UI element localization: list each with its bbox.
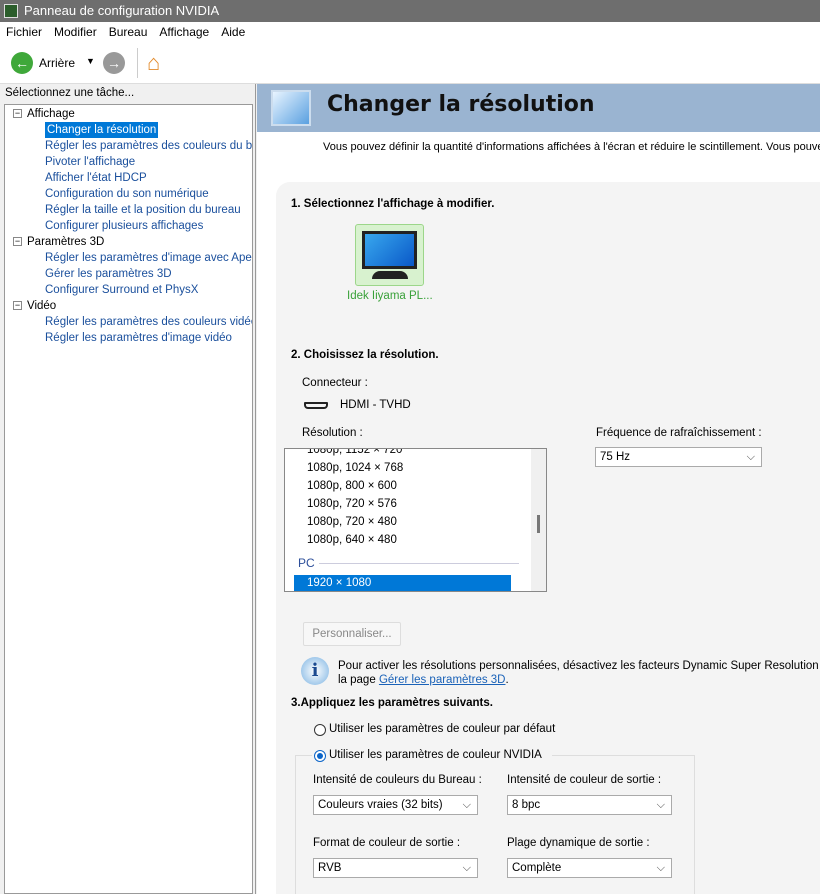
- hdmi-icon: [304, 402, 328, 409]
- customize-button[interactable]: Personnaliser...: [303, 622, 401, 646]
- connector-value: HDMI - TVHD: [340, 399, 411, 411]
- tree-category-3d[interactable]: − Paramètres 3D: [13, 234, 104, 250]
- radio-default-color[interactable]: [314, 724, 326, 736]
- menu-fichier[interactable]: Fichier: [0, 22, 48, 42]
- tree-item[interactable]: Régler les paramètres d'image avec Aperç…: [45, 250, 252, 266]
- page-description: Vous pouvez définir la quantité d'inform…: [323, 141, 820, 153]
- resolution-item[interactable]: 1080p, 640 × 480: [307, 534, 397, 546]
- group-divider: [319, 563, 519, 564]
- list-scrollbar[interactable]: [531, 449, 546, 591]
- back-label: Arrière: [39, 56, 76, 70]
- tree-item[interactable]: Régler les paramètres des couleurs vidéo: [45, 314, 252, 330]
- connector-label: Connecteur :: [302, 377, 368, 389]
- info-text: Pour activer les résolutions personnalis…: [338, 660, 820, 672]
- menu-affichage[interactable]: Affichage: [153, 22, 215, 42]
- resolution-item[interactable]: 1080p, 720 × 480: [307, 516, 397, 528]
- resolution-item-selected[interactable]: 1920 × 1080: [294, 575, 511, 591]
- tree-item[interactable]: Configurer plusieurs affichages: [45, 218, 203, 234]
- dynamic-range-label: Plage dynamique de sortie :: [507, 837, 650, 849]
- info-text-end: .: [505, 674, 509, 686]
- step3-heading: 3.Appliquez les paramètres suivants.: [291, 697, 493, 709]
- tree-item[interactable]: Régler les paramètres d'image vidéo: [45, 330, 232, 346]
- radio-nvidia-label: Utiliser les paramètres de couleur NVIDI…: [329, 749, 542, 761]
- output-format-dropdown[interactable]: RVB: [313, 858, 478, 878]
- tree-item-changer-resolution[interactable]: Changer la résolution: [45, 122, 159, 138]
- resolution-item[interactable]: 1080p, 800 × 600: [307, 480, 397, 492]
- back-button[interactable]: ← Arrière: [11, 52, 75, 74]
- tree-item[interactable]: Configurer Surround et PhysX: [45, 282, 198, 298]
- step2-heading: 2. Choisissez la résolution.: [291, 349, 439, 361]
- resolution-label: Résolution :: [302, 427, 363, 439]
- menu-modifier[interactable]: Modifier: [48, 22, 103, 42]
- tree-category-affichage[interactable]: − Affichage: [13, 106, 75, 122]
- task-tree: − Affichage Changer la résolution Régler …: [4, 104, 253, 894]
- monitor-icon: [362, 231, 417, 269]
- pc-group-header: PC: [298, 556, 315, 570]
- scrollbar-thumb[interactable]: [537, 515, 540, 533]
- toolbar-divider: [137, 48, 138, 78]
- info-text-prefix: la page: [338, 674, 379, 686]
- home-icon[interactable]: ⌂: [147, 50, 160, 76]
- display-name: Idek Iiyama PL...: [347, 290, 433, 302]
- display-settings-icon: [271, 90, 311, 126]
- tree-item[interactable]: Afficher l'état HDCP: [45, 170, 147, 186]
- manage-3d-settings-link[interactable]: Gérer les paramètres 3D: [379, 674, 506, 686]
- tree-item[interactable]: Régler la taille et la position du burea…: [45, 202, 241, 218]
- window-title: Panneau de configuration NVIDIA: [24, 3, 220, 18]
- radio-default-label: Utiliser les paramètres de couleur par d…: [329, 723, 556, 735]
- tree-item[interactable]: Configuration du son numérique: [45, 186, 209, 202]
- output-format-label: Format de couleur de sortie :: [313, 837, 461, 849]
- output-depth-label: Intensité de couleur de sortie :: [507, 774, 662, 786]
- output-depth-dropdown[interactable]: 8 bpc: [507, 795, 672, 815]
- resolution-item[interactable]: 1080p, 1152 × 720: [307, 449, 402, 456]
- task-prompt: Sélectionnez une tâche...: [5, 87, 135, 99]
- tree-category-video[interactable]: − Vidéo: [13, 298, 56, 314]
- nvidia-app-icon: [4, 4, 18, 18]
- refresh-label: Fréquence de rafraîchissement :: [596, 427, 762, 439]
- content-pane: Changer la résolution Vous pouvez défini…: [257, 84, 820, 894]
- menu-aide[interactable]: Aide: [215, 22, 251, 42]
- tree-item[interactable]: Gérer les paramètres 3D: [45, 266, 172, 282]
- info-icon: i: [301, 657, 329, 685]
- desktop-depth-label: Intensité de couleurs du Bureau :: [313, 774, 482, 786]
- forward-arrow-icon[interactable]: →: [103, 52, 125, 74]
- radio-nvidia-color[interactable]: [314, 750, 326, 762]
- page-header: Changer la résolution: [257, 84, 820, 132]
- dynamic-range-dropdown[interactable]: Complète: [507, 858, 672, 878]
- resolution-list[interactable]: 1080p, 1152 × 720 1080p, 1024 × 768 1080…: [284, 448, 547, 592]
- history-dropdown-icon[interactable]: ▼: [86, 56, 95, 66]
- display-tile[interactable]: [355, 224, 424, 286]
- resolution-item[interactable]: 1080p, 1024 × 768: [307, 462, 403, 474]
- tree-item[interactable]: Régler les paramètres des couleurs du bu…: [45, 138, 252, 154]
- menu-bureau[interactable]: Bureau: [103, 22, 154, 42]
- desktop-depth-dropdown[interactable]: Couleurs vraies (32 bits): [313, 795, 478, 815]
- back-arrow-icon: ←: [11, 52, 33, 74]
- refresh-rate-dropdown[interactable]: 75 Hz: [595, 447, 762, 467]
- menu-bar: Fichier Modifier Bureau Affichage Aide: [0, 22, 820, 42]
- resolution-item[interactable]: 1080p, 720 × 576: [307, 498, 397, 510]
- step1-heading: 1. Sélectionnez l'affichage à modifier.: [291, 198, 495, 210]
- title-bar: Panneau de configuration NVIDIA: [0, 0, 820, 22]
- toolbar: ← Arrière ▼ → ⌂: [0, 42, 820, 84]
- tree-item[interactable]: Pivoter l'affichage: [45, 154, 135, 170]
- page-title: Changer la résolution: [327, 92, 595, 117]
